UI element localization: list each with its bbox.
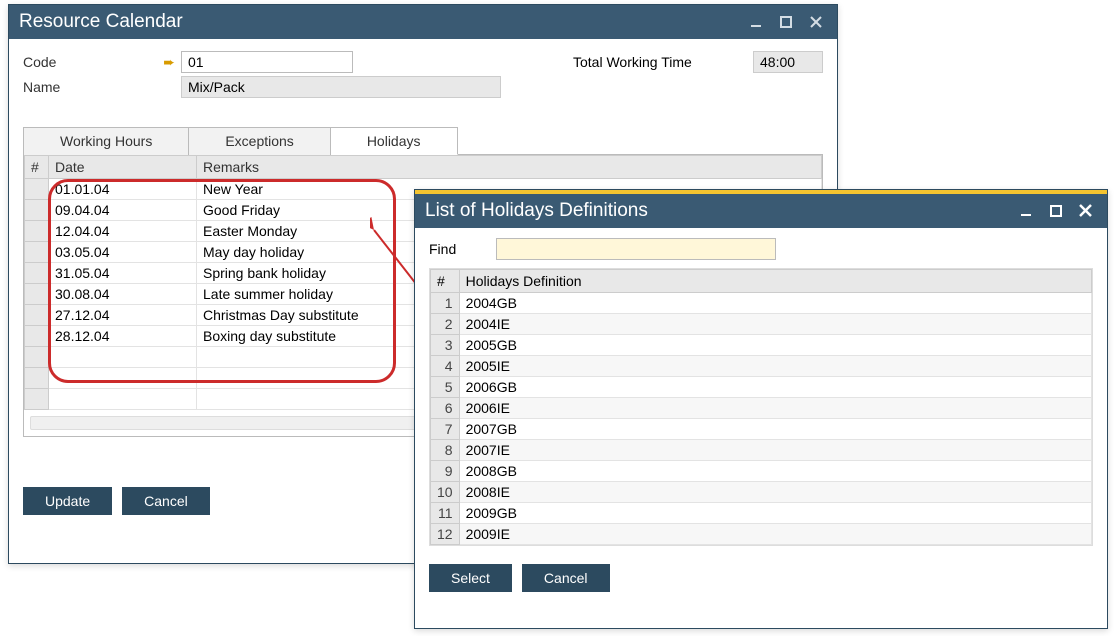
row-number: 12 [431,524,460,545]
cell-definition: 2008IE [459,482,1091,503]
code-input[interactable] [181,51,353,73]
cell-date: 30.08.04 [49,284,197,305]
row-number: 1 [431,293,460,314]
name-label: Name [23,79,181,95]
hd-titlebar: List of Holidays Definitions [415,194,1107,228]
cell-date: 12.04.04 [49,221,197,242]
table-row[interactable]: 112009GB [431,503,1092,524]
cell-date: 27.12.04 [49,305,197,326]
minimize-icon[interactable] [745,13,767,31]
table-row[interactable]: 22004IE [431,314,1092,335]
table-row[interactable]: 52006GB [431,377,1092,398]
cancel-button[interactable]: Cancel [122,487,210,515]
find-label: Find [429,241,456,257]
close-icon[interactable] [805,13,827,31]
cell-definition: 2006IE [459,398,1091,419]
cell-date: 31.05.04 [49,263,197,284]
row-number [25,179,49,200]
cell-date [49,389,197,410]
row-number: 10 [431,482,460,503]
holidays-col-remarks: Remarks [197,156,822,179]
table-row[interactable]: 42005IE [431,356,1092,377]
cell-date: 09.04.04 [49,200,197,221]
cancel-button[interactable]: Cancel [522,564,610,592]
row-number: 6 [431,398,460,419]
cell-date: 03.05.04 [49,242,197,263]
rc-title: Resource Calendar [19,11,183,33]
cell-date: 28.12.04 [49,326,197,347]
def-col-num: # [431,270,460,293]
table-row[interactable]: 72007GB [431,419,1092,440]
holidays-col-num: # [25,156,49,179]
table-row[interactable]: 102008IE [431,482,1092,503]
cell-definition: 2005IE [459,356,1091,377]
holidays-col-date: Date [49,156,197,179]
row-number: 4 [431,356,460,377]
row-number: 2 [431,314,460,335]
rc-tabs: Working Hours Exceptions Holidays [23,126,823,155]
cell-definition: 2006GB [459,377,1091,398]
table-row[interactable]: 92008GB [431,461,1092,482]
cell-definition: 2007IE [459,440,1091,461]
row-number: 11 [431,503,460,524]
update-button[interactable]: Update [23,487,112,515]
tab-holidays[interactable]: Holidays [331,127,458,155]
row-number [25,263,49,284]
select-button[interactable]: Select [429,564,512,592]
tab-working-hours[interactable]: Working Hours [23,127,189,155]
row-number: 9 [431,461,460,482]
row-number [25,242,49,263]
hd-title: List of Holidays Definitions [425,200,648,222]
name-input [181,76,501,98]
maximize-icon[interactable] [1045,202,1067,220]
row-number [25,305,49,326]
tab-exceptions[interactable]: Exceptions [189,127,330,155]
row-number: 3 [431,335,460,356]
holidays-definitions-window: List of Holidays Definitions Find # Holi… [414,189,1108,629]
cell-definition: 2009IE [459,524,1091,545]
table-row[interactable]: 122009IE [431,524,1092,545]
arrow-icon[interactable]: ➨ [163,54,175,71]
row-number: 7 [431,419,460,440]
table-row[interactable]: 82007IE [431,440,1092,461]
cell-date [49,368,197,389]
table-row[interactable]: 12004GB [431,293,1092,314]
row-number [25,200,49,221]
maximize-icon[interactable] [775,13,797,31]
total-label: Total Working Time [573,54,753,70]
definitions-grid: # Holidays Definition 12004GB22004IE3200… [430,269,1092,545]
row-number [25,284,49,305]
cell-definition: 2008GB [459,461,1091,482]
rc-titlebar: Resource Calendar [9,5,837,39]
table-row[interactable]: 32005GB [431,335,1092,356]
minimize-icon[interactable] [1015,202,1037,220]
cell-definition: 2004GB [459,293,1091,314]
table-row[interactable]: 62006IE [431,398,1092,419]
row-number [25,326,49,347]
row-number [25,389,49,410]
row-number [25,368,49,389]
cell-definition: 2009GB [459,503,1091,524]
row-number: 5 [431,377,460,398]
def-col-definition: Holidays Definition [459,270,1091,293]
row-number: 8 [431,440,460,461]
row-number [25,221,49,242]
cell-date: 01.01.04 [49,179,197,200]
cell-definition: 2004IE [459,314,1091,335]
code-label: Code [23,54,56,70]
cell-definition: 2007GB [459,419,1091,440]
cell-definition: 2005GB [459,335,1091,356]
row-number [25,347,49,368]
cell-date [49,347,197,368]
total-input [753,51,823,73]
find-input[interactable] [496,238,776,260]
close-icon[interactable] [1075,202,1097,220]
